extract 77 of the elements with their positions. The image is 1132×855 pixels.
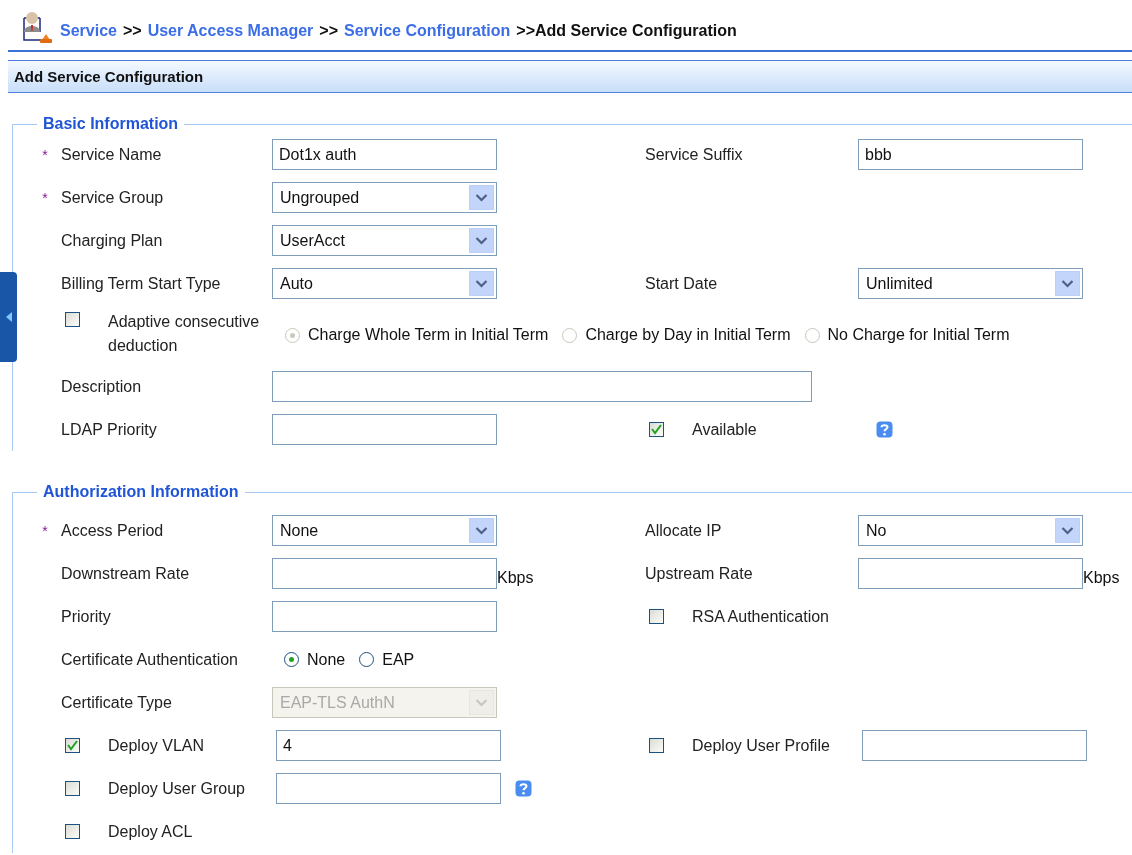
chevron-down-icon [1055,518,1080,543]
field-label: Start Date [645,274,718,293]
text-field[interactable]: Dot1x auth [272,139,497,170]
option-label: Charge by Day in Initial Term [585,326,791,344]
text-field[interactable] [862,730,1087,761]
breadcrumb-link[interactable]: Service Configuration [344,22,511,40]
field-label: Certificate Type [61,693,172,712]
chevron-down-icon [469,690,494,715]
chevron-down-icon [469,228,494,253]
checkbox[interactable] [649,738,664,753]
field-label: Charging Plan [61,231,163,250]
option-label: None [307,650,346,669]
breadcrumb-current: >>Add Service Configuration [516,22,737,40]
field-label: Service Suffix [645,145,743,164]
chevron-down-icon [1055,271,1080,296]
section-legend: Authorization Information [37,483,245,501]
field-label: Downstream Rate [61,564,190,583]
unit-label: Kbps [1083,568,1120,587]
chevron-down-icon [469,518,494,543]
checkbox[interactable] [65,824,80,839]
field-label: Billing Term Start Type [61,274,221,293]
checkbox[interactable] [649,609,664,624]
text-field[interactable]: 4 [276,730,501,761]
radio-button[interactable] [359,652,375,667]
option-label: Charge Whole Term in Initial Term [308,326,549,344]
field-label: Deploy ACL [108,822,193,841]
text-field[interactable]: bbb [858,139,1083,170]
field-label: Available [692,420,757,439]
field-label: Deploy User Group [108,779,245,798]
field-label: Upstream Rate [645,564,753,583]
option-label: EAP [382,650,415,669]
collapse-handle[interactable] [0,272,17,362]
help-icon[interactable] [876,421,893,438]
field-label: Deploy VLAN [108,736,205,755]
text-field[interactable] [272,371,812,402]
checkbox[interactable] [65,312,80,327]
text-field[interactable] [272,558,497,589]
field-label: Access Period [61,521,164,540]
dropdown[interactable]: Auto [272,268,497,299]
field-label: Priority [61,607,111,626]
field-label: Deploy User Profile [692,736,830,755]
dropdown[interactable]: None [272,515,497,546]
radio-button[interactable] [284,652,299,667]
text-field[interactable] [858,558,1083,589]
text-field[interactable] [272,414,497,445]
user-admin-icon [20,10,52,46]
breadcrumb-link[interactable]: User Access Manager [147,22,314,40]
checkbox[interactable] [649,422,664,437]
unit-label: Kbps [497,568,534,587]
breadcrumb-separator: >> [319,22,339,40]
checkbox[interactable] [65,738,80,753]
breadcrumb-link[interactable]: Service [60,22,117,40]
required-mark: * [42,146,48,163]
breadcrumb-separator: >> [122,22,142,40]
section-legend: Basic Information [37,115,185,133]
field-label: Certificate Authentication [61,650,238,669]
field-label: Service Name [61,145,162,164]
text-field[interactable] [276,773,501,804]
checkbox[interactable] [65,781,80,796]
panel-title: Add Service Configuration [14,68,204,85]
field-label: RSA Authentication [692,607,829,626]
chevron-down-icon [469,271,494,296]
text-field[interactable] [272,601,497,632]
field-label: Description [61,377,142,396]
dropdown[interactable]: Unlimited [858,268,1083,299]
field-label: Allocate IP [645,521,722,540]
field-label: Service Group [61,188,164,207]
help-icon[interactable] [515,780,532,797]
required-mark: * [42,189,48,206]
chevron-down-icon [469,185,494,210]
field-label: LDAP Priority [61,420,157,439]
dropdown[interactable]: No [858,515,1083,546]
dropdown[interactable]: UserAcct [272,225,497,256]
required-mark: * [42,522,48,539]
dropdown[interactable]: Ungrouped [272,182,497,213]
option-label: No Charge for Initial Term [827,326,1010,344]
field-label: Adaptive consecutive deduction [108,312,261,356]
